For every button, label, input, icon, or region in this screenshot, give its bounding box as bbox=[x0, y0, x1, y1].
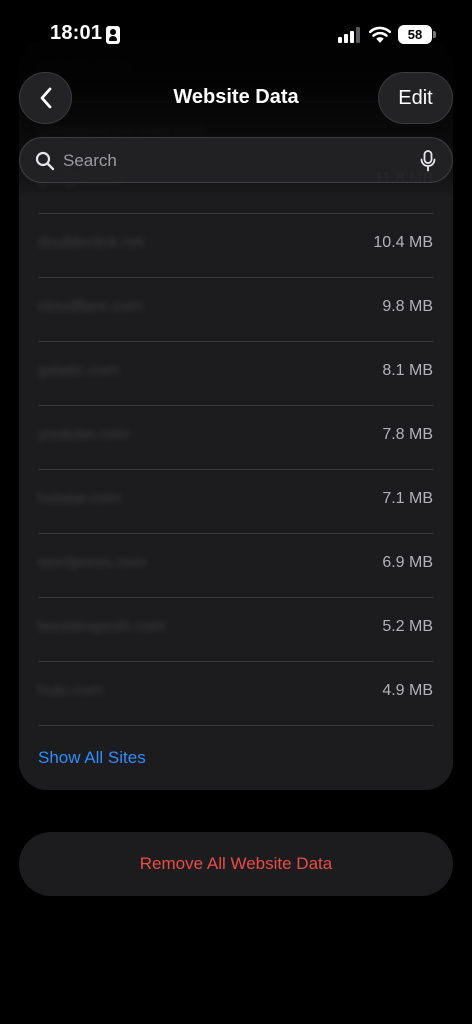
search-icon bbox=[35, 151, 55, 171]
microphone-icon[interactable] bbox=[420, 150, 436, 172]
site-size: 4.9 MB bbox=[382, 682, 433, 699]
site-size: 9.8 MB bbox=[382, 298, 433, 315]
row-divider bbox=[38, 725, 434, 726]
chevron-left-icon bbox=[40, 87, 51, 109]
search-bar[interactable]: Search bbox=[19, 137, 453, 183]
wifi-icon bbox=[368, 26, 392, 43]
search-input[interactable]: Search bbox=[63, 151, 117, 171]
site-name: hulu.com bbox=[38, 682, 103, 699]
back-button[interactable] bbox=[19, 72, 72, 124]
site-name: cloudflare.com bbox=[38, 298, 143, 315]
list-item[interactable]: gstatic.com 8.1 MB bbox=[19, 342, 453, 406]
list-item[interactable]: hulu.com 4.9 MB bbox=[19, 662, 453, 726]
battery-icon: 58 bbox=[398, 25, 436, 44]
site-name: wordpress.com bbox=[38, 554, 147, 571]
site-size: 8.1 MB bbox=[382, 362, 433, 379]
show-all-sites-link[interactable]: Show All Sites bbox=[38, 748, 146, 768]
contact-card-icon bbox=[106, 26, 120, 44]
list-item[interactable]: youtube.com 7.8 MB bbox=[19, 406, 453, 470]
cellular-signal-icon bbox=[338, 27, 362, 43]
website-data-screen: website data googletagmanager.com google… bbox=[0, 0, 472, 1024]
remove-all-website-data-button[interactable]: Remove All Website Data bbox=[19, 832, 453, 896]
list-item[interactable]: wordpress.com 6.9 MB bbox=[19, 534, 453, 598]
site-size: 6.9 MB bbox=[382, 554, 433, 571]
site-name: gstatic.com bbox=[38, 362, 119, 379]
list-item[interactable]: hotstar.com 7.1 MB bbox=[19, 470, 453, 534]
list-item[interactable]: doubleclick.net 10.4 MB bbox=[19, 214, 453, 278]
site-size: 7.1 MB bbox=[382, 490, 433, 507]
status-bar: 18:01 58 bbox=[0, 0, 472, 64]
site-name: bootstrapcdn.com bbox=[38, 618, 166, 635]
site-name: youtube.com bbox=[38, 426, 130, 443]
navigation-bar: Website Data Edit bbox=[0, 72, 472, 124]
list-item[interactable]: bootstrapcdn.com 5.2 MB bbox=[19, 598, 453, 662]
site-name: hotstar.com bbox=[38, 490, 121, 507]
list-item[interactable]: cloudflare.com 9.8 MB bbox=[19, 278, 453, 342]
site-size: 7.8 MB bbox=[382, 426, 433, 443]
site-name: doubleclick.net bbox=[38, 234, 144, 251]
site-size: 10.4 MB bbox=[373, 234, 433, 251]
site-size: 5.2 MB bbox=[382, 618, 433, 635]
clock: 18:01 bbox=[50, 22, 103, 44]
edit-button[interactable]: Edit bbox=[378, 72, 453, 124]
